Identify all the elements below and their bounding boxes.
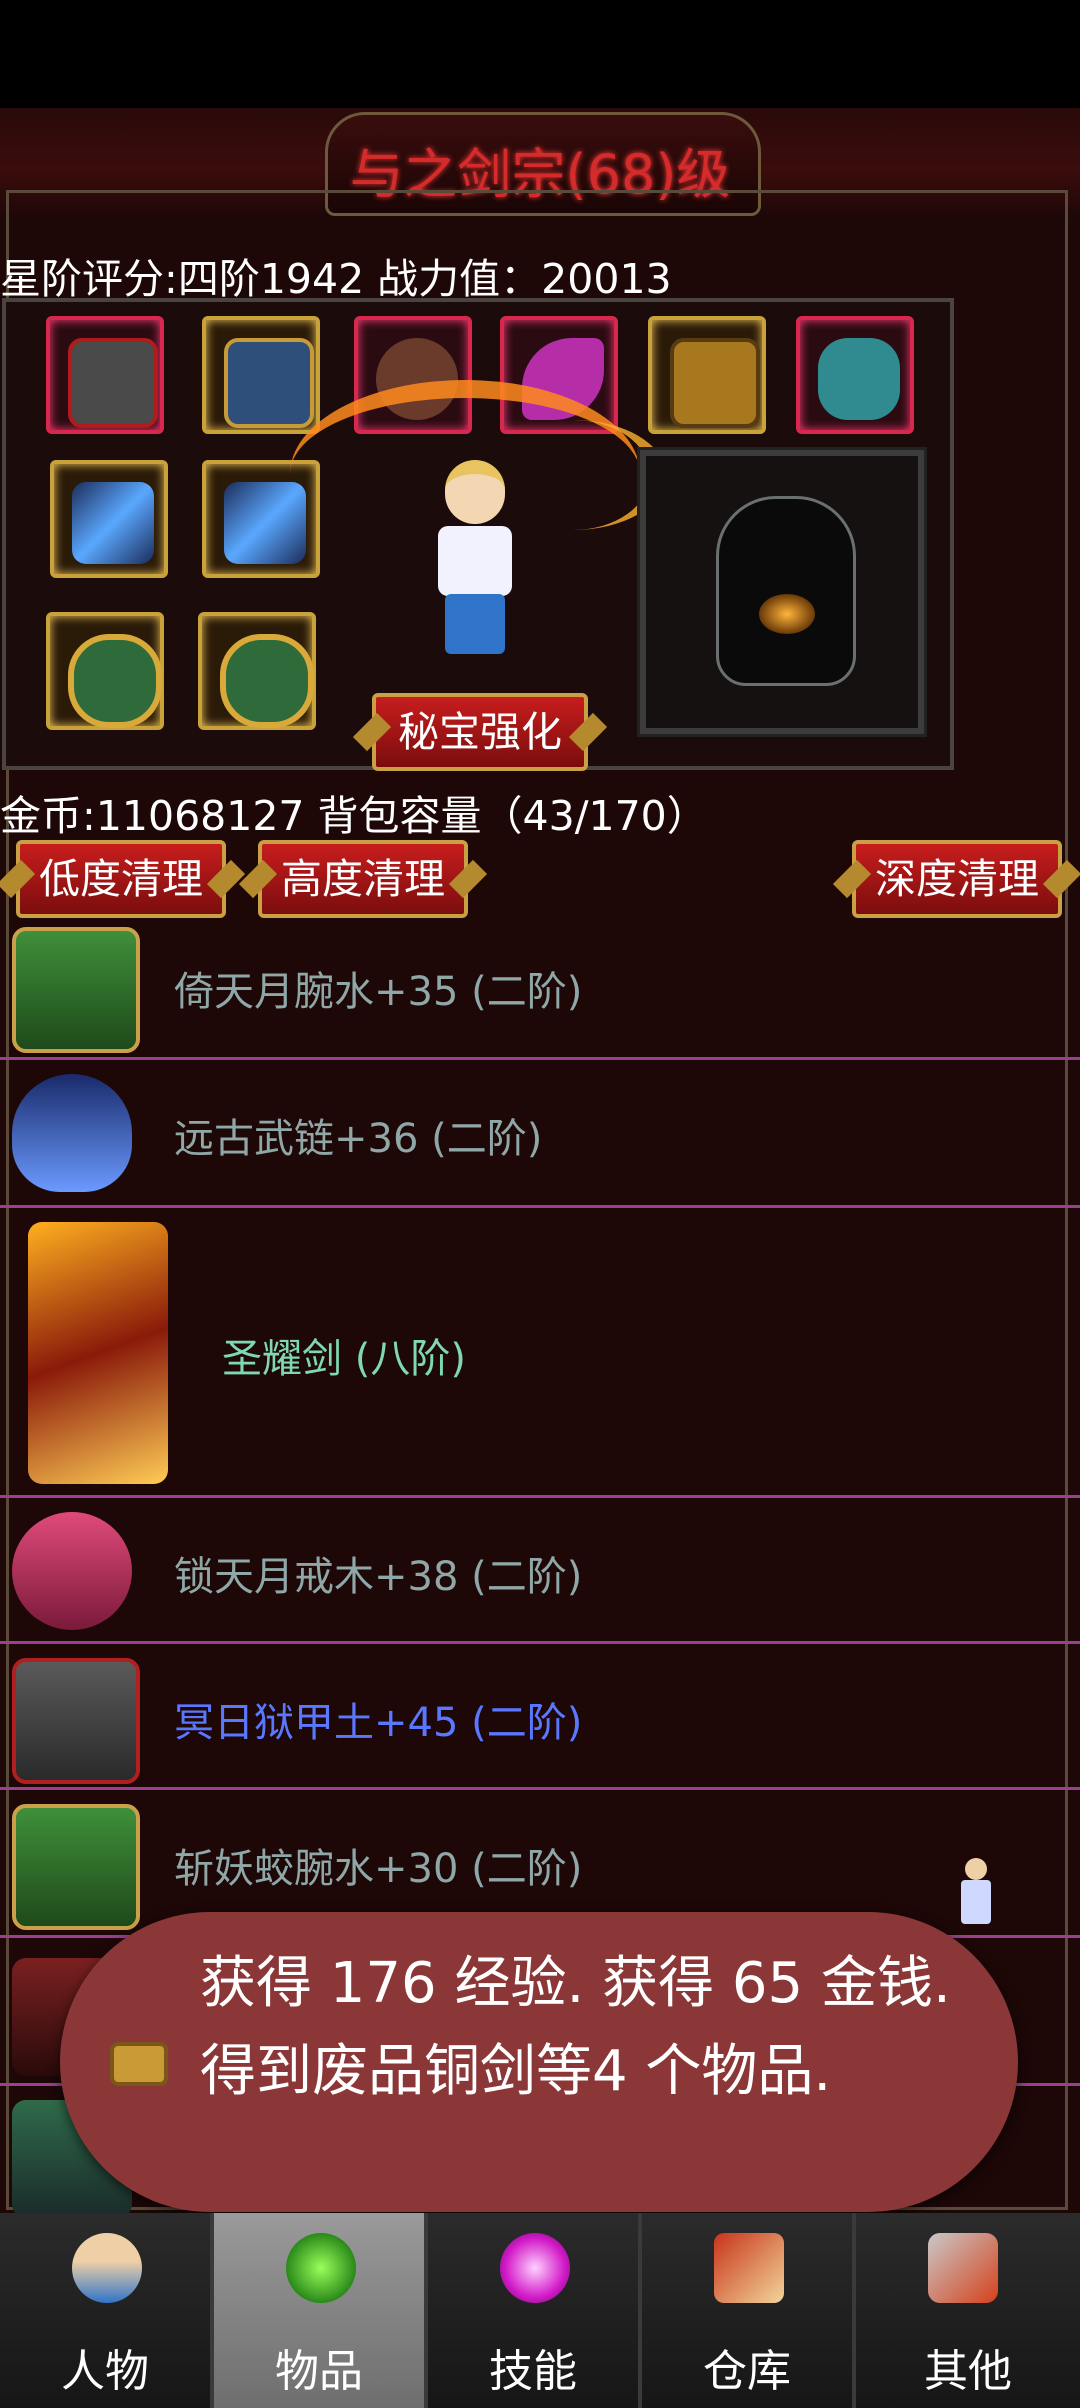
tab-label: 仓库: [703, 2346, 791, 2397]
equipment-slot-weapon-1[interactable]: [50, 460, 168, 578]
bottom-nav: 人物 物品 技能 仓库 其他: [0, 2213, 1080, 2408]
sword-shield-icon: [928, 2233, 998, 2303]
high-clean-button[interactable]: 高度清理: [258, 840, 468, 918]
tab-label: 技能: [489, 2346, 577, 2397]
inventory-item-row[interactable]: 倚天月腕水+35 (二阶): [0, 915, 1080, 1060]
ring-icon: [68, 634, 162, 728]
bracer-icon: [12, 1804, 140, 1930]
gold-capacity-line: 金币:11068127 背包容量（43/170）: [0, 792, 708, 840]
flame-sword-icon: [28, 1222, 168, 1484]
character-icon: [72, 2233, 142, 2303]
inventory-item-row[interactable]: 冥日狱甲土+45 (二阶): [0, 1644, 1080, 1790]
character-avatar: [420, 460, 530, 660]
inventory-item-row[interactable]: 锁天月戒木+38 (二阶): [0, 1498, 1080, 1644]
avatar-legs: [445, 594, 505, 654]
dragon-mount-icon: [818, 338, 900, 420]
tab-warehouse[interactable]: 仓库: [642, 2213, 856, 2408]
tab-label: 物品: [275, 2346, 363, 2397]
sword-icon: [72, 482, 154, 564]
item-name: 倚天月腕水+35 (二阶): [174, 969, 583, 1015]
treasure-enhance-button[interactable]: 秘宝强化: [372, 693, 588, 771]
skill-orb-icon: [500, 2233, 570, 2303]
warehouse-icon: [714, 2233, 784, 2303]
armor-icon: [12, 1658, 140, 1784]
tab-label: 人物: [61, 2346, 149, 2397]
armor-icon: [224, 338, 314, 428]
deep-clean-button[interactable]: 深度清理: [852, 840, 1062, 918]
tab-skills[interactable]: 技能: [428, 2213, 642, 2408]
equipment-slot-helmet[interactable]: [46, 316, 164, 434]
star-rating-line: 星阶评分:四阶1942 战力值：20013: [0, 255, 672, 303]
character-title: 与之剑宗(68)级: [349, 143, 731, 206]
equipment-slot-armor[interactable]: [202, 316, 320, 434]
item-name: 圣耀剑 (八阶): [222, 1336, 466, 1382]
helmet-icon: [68, 338, 158, 428]
item-name: 远古武链+36 (二阶): [174, 1116, 543, 1162]
treasure-glow: [759, 594, 815, 634]
avatar-head: [445, 460, 505, 524]
ring-icon: [12, 1512, 132, 1630]
item-name: 冥日狱甲土+45 (二阶): [174, 1700, 583, 1746]
item-name: 斩妖蛟腕水+30 (二阶): [174, 1846, 583, 1892]
equipment-slot-boots[interactable]: [648, 316, 766, 434]
secret-treasure-slot[interactable]: [637, 447, 927, 737]
tab-label: 其他: [924, 2346, 1012, 2397]
sprite-body: [961, 1880, 991, 1924]
equipment-slot-ring-2[interactable]: [198, 612, 316, 730]
low-clean-button[interactable]: 低度清理: [16, 840, 226, 918]
reward-toast: 获得 176 经验. 获得 65 金钱. 得到废品铜剑等4 个物品.: [60, 1912, 1018, 2212]
sprite-head: [965, 1858, 987, 1880]
mini-character-sprite: [958, 1858, 994, 1928]
inventory-item-row[interactable]: 圣耀剑 (八阶): [0, 1208, 1080, 1498]
toast-message: 获得 176 经验. 获得 65 金钱. 得到废品铜剑等4 个物品.: [200, 1951, 951, 2104]
avatar-body: [438, 526, 512, 596]
squid-treasure-icon: [716, 496, 856, 686]
boots-icon: [670, 338, 760, 428]
ring-icon: [220, 634, 314, 728]
item-name: 锁天月戒木+38 (二阶): [174, 1554, 583, 1600]
tab-other[interactable]: 其他: [856, 2213, 1080, 2408]
inventory-item-row[interactable]: 远古武链+36 (二阶): [0, 1060, 1080, 1208]
equipment-slot-ring-1[interactable]: [46, 612, 164, 730]
bracer-icon: [12, 927, 140, 1053]
pendant-icon: [12, 1074, 132, 1192]
tab-character[interactable]: 人物: [0, 2213, 214, 2408]
potion-icon: [286, 2233, 356, 2303]
tab-items[interactable]: 物品: [214, 2213, 428, 2408]
equipment-slot-mount[interactable]: [796, 316, 914, 434]
treasure-chest-icon: [110, 2042, 168, 2086]
